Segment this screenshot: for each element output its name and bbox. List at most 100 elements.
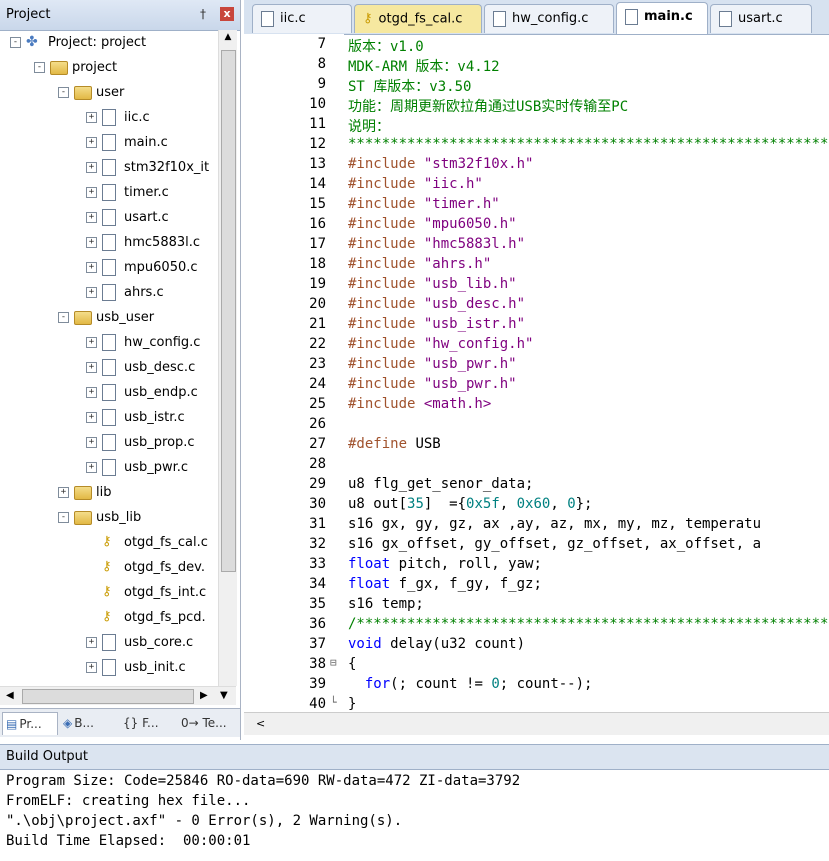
panel-tab-functions[interactable]: {} F... [118,712,172,734]
tree-item[interactable]: - usb_lib [0,507,218,529]
tree-item[interactable]: + hmc5883l.c [0,232,218,254]
expand-icon[interactable]: + [86,437,97,448]
scroll-down-icon[interactable]: ▼ [220,690,228,701]
project-tree: - ✤ Project: project - project - user + iic.c + ma… [0,30,218,686]
expand-icon[interactable]: + [86,162,97,173]
build-output-line: FromELF: creating hex file... [6,793,251,809]
line-number: 24 [309,376,326,392]
expand-icon[interactable]: + [86,362,97,373]
scroll-thumb[interactable] [22,689,194,704]
tree-item-label: project [72,60,118,75]
tree-item[interactable]: + timer.c [0,182,218,204]
tab-usart-c[interactable]: usart.c [710,4,812,33]
tree-item[interactable]: + main.c [0,132,218,154]
tree-item[interactable]: + lib [0,482,218,504]
line-number: 27 [309,436,326,452]
scroll-up-icon[interactable]: ▲ [221,32,235,46]
close-icon[interactable]: x [220,7,234,21]
line-number: 35 [309,596,326,612]
file-icon [102,134,116,151]
panel-tab-books[interactable]: ◈ B... [60,712,114,734]
tab-main-c[interactable]: main.c [616,2,708,34]
pin-icon[interactable]: † [200,7,206,21]
expand-icon[interactable]: + [86,462,97,473]
scroll-left-icon[interactable]: ◀ [6,690,14,701]
expand-icon[interactable]: + [58,487,69,498]
tree-item[interactable]: - project [0,57,218,79]
expand-icon[interactable]: + [86,637,97,648]
expand-icon[interactable]: + [86,287,97,298]
tree-item[interactable]: - usb_user [0,307,218,329]
tree-item-label: main.c [124,135,168,150]
file-icon [102,109,116,126]
line-number: 30 [309,496,326,512]
expand-icon[interactable]: + [86,412,97,423]
project-vertical-scrollbar[interactable]: ▲ [218,30,237,686]
scroll-thumb[interactable] [221,50,236,572]
tree-item-label: stm32f10x_it [124,160,210,175]
tree-item[interactable]: - user [0,82,218,104]
folder-icon [74,311,92,325]
panel-tab-label: 0→ Te... [181,716,227,730]
file-icon [102,234,116,251]
line-number: 7 [317,36,326,52]
collapse-icon[interactable]: - [58,87,69,98]
panel-tab-templates[interactable]: 0→ Te... [176,712,230,734]
tree-item[interactable]: + usb_pwr.c [0,457,218,479]
tab-label: hw_config.c [512,11,589,26]
tree-item[interactable]: + usart.c [0,207,218,229]
tab-iic-c[interactable]: iic.c [252,4,352,33]
tab-label: otgd_fs_cal.c [378,11,463,27]
code-area[interactable]: 7 8 9 10 11 12 13 14 15 16 17 18 19 20 21 22 23 24 25 26 27 2… [244,34,829,710]
expand-icon[interactable]: + [86,187,97,198]
file-icon [102,159,116,176]
tree-item[interactable]: ⚷ otgd_fs_int.c [0,582,218,604]
collapse-icon[interactable]: - [34,62,45,73]
collapse-icon[interactable]: - [10,37,21,48]
line-number: 18 [309,256,326,272]
tree-item[interactable]: + usb_endp.c [0,382,218,404]
expand-icon[interactable]: + [86,262,97,273]
expand-icon[interactable]: + [86,212,97,223]
tree-item[interactable]: + usb_core.c [0,632,218,654]
tree-item[interactable]: + usb_istr.c [0,407,218,429]
tree-item[interactable]: + iic.c [0,107,218,129]
tree-item-label: timer.c [124,185,169,200]
code-line: for(; count != 0; count--); [364,676,593,692]
line-number: 12 [309,136,326,152]
expand-icon[interactable]: + [86,237,97,248]
tab-label: usart.c [738,11,783,26]
tree-item[interactable]: + usb_desc.c [0,357,218,379]
code-line: #include "usb_pwr.h" [348,356,517,372]
panel-tab-project[interactable]: ▤ Pr... [2,712,58,735]
expand-icon[interactable]: + [86,137,97,148]
editor-horizontal-scrollbar[interactable]: < [244,712,829,735]
panel-tab-label: Pr... [19,717,42,731]
tree-item[interactable]: + ahrs.c [0,282,218,304]
tab-otgd-fs-cal-c[interactable]: ⚷ otgd_fs_cal.c [354,4,482,33]
expand-icon[interactable]: + [86,387,97,398]
code-line: MDK-ARM 版本：v4.12 [348,59,500,75]
tab-hw-config-c[interactable]: hw_config.c [484,4,614,33]
expand-icon[interactable]: + [86,337,97,348]
collapse-icon[interactable]: - [58,512,69,523]
expand-icon[interactable]: + [86,112,97,123]
scroll-left-icon[interactable]: < [256,717,265,730]
tree-item[interactable]: ⚷ otgd_fs_pcd. [0,607,218,629]
code-text[interactable]: 版本：v1.0 MDK-ARM 版本：v4.12 ST 库版本：v3.50 功能：周期… [348,34,829,710]
tree-item[interactable]: ⚷ otgd_fs_dev. [0,557,218,579]
tree-item[interactable]: - ✤ Project: project [0,32,218,54]
scroll-right-icon[interactable]: ▶ [200,690,208,701]
expand-icon[interactable]: + [86,662,97,673]
line-number: 29 [309,476,326,492]
tree-item[interactable]: + hw_config.c [0,332,218,354]
project-icon: ▤ [6,717,18,731]
tree-item[interactable]: + mpu6050.c [0,257,218,279]
tree-item[interactable]: + usb_init.c [0,657,218,679]
tree-item[interactable]: ⚷ otgd_fs_cal.c [0,532,218,554]
fold-collapse-icon[interactable]: ⊟ [330,656,337,669]
tree-item[interactable]: + stm32f10x_it [0,157,218,179]
collapse-icon[interactable]: - [58,312,69,323]
project-horizontal-scrollbar[interactable]: ◀ ▶ ▼ [0,686,236,705]
tree-item[interactable]: + usb_prop.c [0,432,218,454]
